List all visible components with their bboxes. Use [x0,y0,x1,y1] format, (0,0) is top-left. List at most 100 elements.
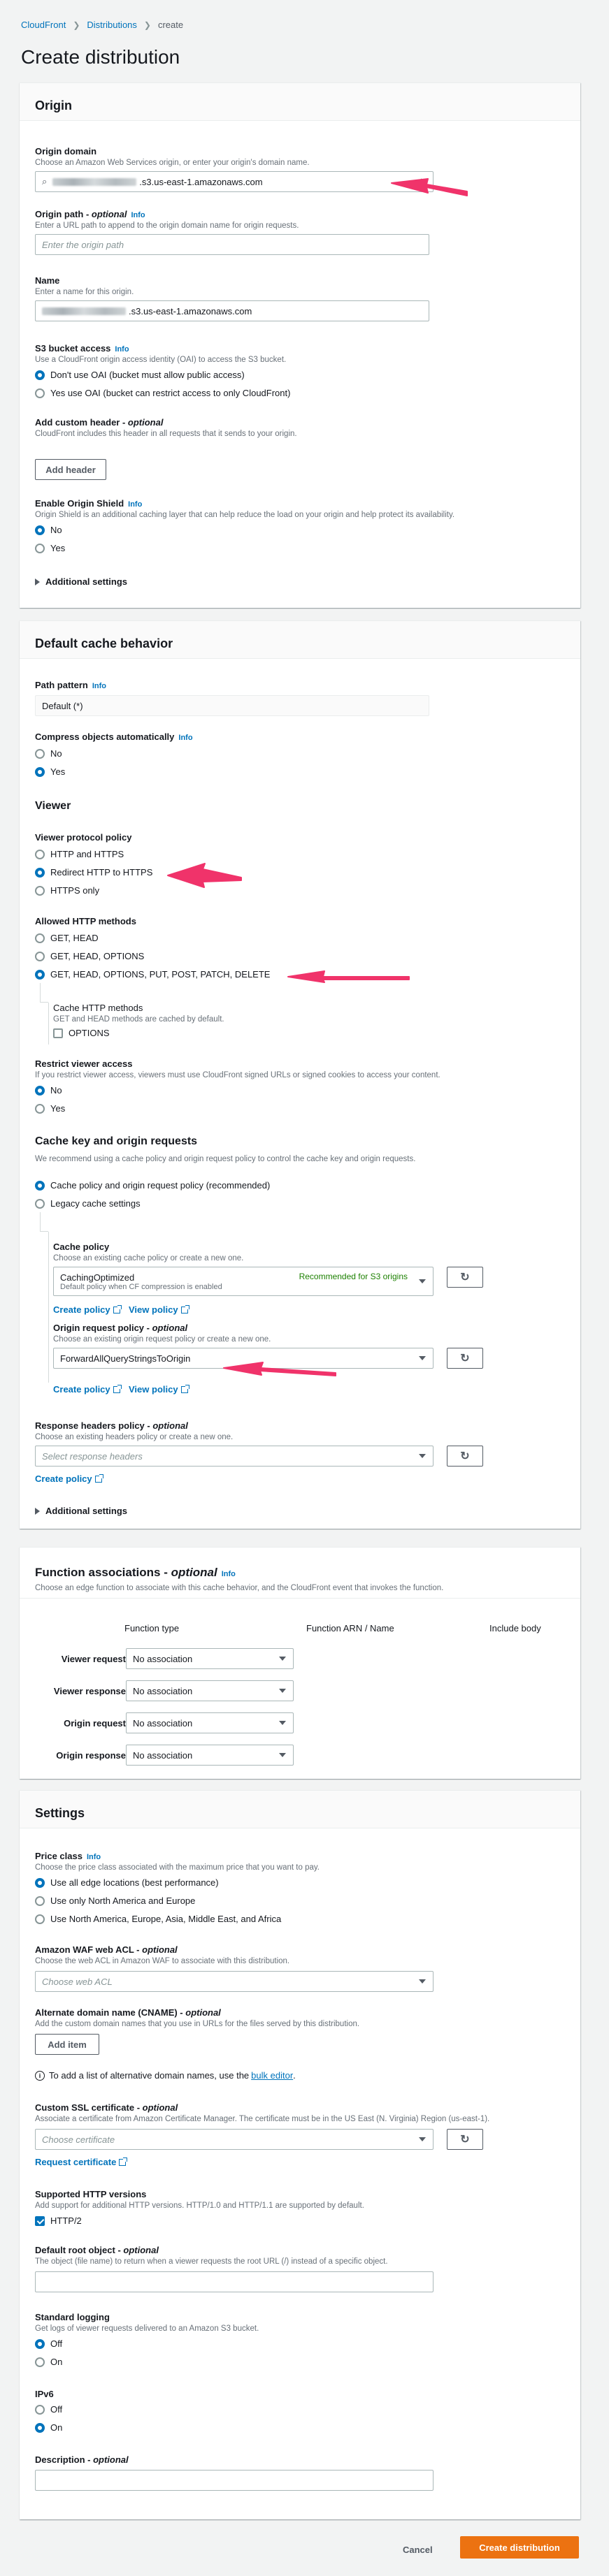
restrict-no-radio[interactable]: No [35,1085,62,1096]
restrict-yes-radio[interactable]: Yes [35,1103,65,1114]
origin-request-select[interactable]: No association [126,1712,294,1733]
radio-icon [35,1895,45,1906]
chevron-down-icon [419,1279,426,1283]
origin-response-select[interactable]: No association [126,1745,294,1766]
add-item-button[interactable]: Add item [35,2034,99,2055]
origin-path-desc: Enter a URL path to append to the origin… [35,221,299,230]
tree-connector [48,1003,49,1045]
shield-no-radio[interactable]: No [35,525,62,535]
shield-yes-radio[interactable]: Yes [35,543,65,553]
description-input[interactable] [35,2470,434,2491]
row-origin-response-label: Origin response [56,1750,126,1761]
info-link[interactable]: Info [115,345,129,354]
ipv6-label: IPv6 [35,2389,54,2399]
key-policy-radio[interactable]: Cache policy and origin request policy (… [35,1180,270,1191]
methods-get-head[interactable]: GET, HEAD [35,933,99,943]
ipv6-on-radio[interactable]: On [35,2422,62,2433]
origin-additional-settings[interactable]: Additional settings [35,576,127,587]
ssl-select[interactable]: Choose certificate [35,2129,434,2150]
create-distribution-button[interactable]: Create distribution [460,2536,579,2559]
cancel-button[interactable]: Cancel [403,2545,433,2555]
root-object-input[interactable] [35,2271,434,2292]
view-cache-policy-link[interactable]: View policy [129,1304,189,1315]
waf-select[interactable]: Choose web ACL [35,1971,434,1992]
radio-icon [35,748,45,759]
protocol-redirect[interactable]: Redirect HTTP to HTTPS [35,867,152,878]
methods-get-head-options[interactable]: GET, HEAD, OPTIONS [35,951,144,961]
protocol-http-https[interactable]: HTTP and HTTPS [35,849,124,859]
chevron-down-icon [419,1356,426,1360]
name-input[interactable]: .s3.us-east-1.amazonaws.com [35,300,429,321]
info-link[interactable]: Info [222,1570,236,1578]
chevron-down-icon [419,1454,426,1458]
origin-request-policy-value: ForwardAllQueryStringsToOrigin [60,1353,191,1364]
chevron-down-icon [279,1689,286,1693]
request-certificate-link[interactable]: Request certificate [35,2157,128,2167]
info-icon: i [35,2070,45,2081]
radio-selected-icon [35,525,45,535]
clear-icon[interactable]: ✕ [420,176,427,187]
ssl-placeholder: Choose certificate [42,2134,115,2145]
external-link-icon [119,2157,128,2166]
refresh-ssl-button[interactable]: ↻ [447,2129,483,2150]
refresh-response-headers-button[interactable]: ↻ [447,1446,483,1467]
create-cache-policy-link[interactable]: Create policy [53,1304,122,1315]
origin-path-input[interactable]: Enter the origin path [35,234,429,255]
info-link[interactable]: Info [92,682,106,690]
restrict-viewer-desc: If you restrict viewer access, viewers m… [35,1071,440,1079]
price-na-eu-radio[interactable]: Use only North America and Europe [35,1895,195,1906]
price-na-eu-asia-radio[interactable]: Use North America, Europe, Asia, Middle … [35,1914,281,1924]
view-origin-policy-link[interactable]: View policy [129,1384,189,1395]
cache-policy-value: CachingOptimized [60,1272,135,1283]
radio-selected-icon [35,2422,45,2433]
checkbox-checked-icon [35,2215,45,2226]
viewer-request-select[interactable]: No association [126,1648,294,1669]
s3-opt-no-oai[interactable]: Don't use OAI (bucket must allow public … [35,370,245,380]
add-header-button[interactable]: Add header [35,459,106,480]
refresh-origin-policy-button[interactable]: ↻ [447,1348,483,1369]
cache-policy-select[interactable]: CachingOptimized Default policy when CF … [53,1267,434,1296]
viewer-response-select[interactable]: No association [126,1680,294,1701]
response-headers-select[interactable]: Select response headers [35,1446,434,1467]
origin-request-policy-select[interactable]: ForwardAllQueryStringsToOrigin [53,1348,434,1369]
redacted-bucket-name [42,307,126,315]
cname-note: i To add a list of alternative domain na… [35,2070,296,2081]
origin-domain-input[interactable]: ⌕ .s3.us-east-1.amazonaws.com ✕ [35,171,434,192]
viewer-request-value: No association [133,1653,193,1664]
cache-additional-settings[interactable]: Additional settings [35,1506,127,1516]
key-legacy-radio[interactable]: Legacy cache settings [35,1198,141,1209]
cache-key-heading: Cache key and origin requests [35,1135,198,1147]
caret-right-icon [35,1507,40,1515]
function-associations-desc: Choose an edge function to associate wit… [35,1584,444,1592]
s3-opt-use-oai[interactable]: Yes use OAI (bucket can restrict access … [35,388,290,398]
bulk-editor-link[interactable]: bulk editor [251,2070,293,2081]
refresh-cache-policy-button[interactable]: ↻ [447,1267,483,1288]
info-link[interactable]: Info [131,211,145,219]
s3-access-desc: Use a CloudFront origin access identity … [35,356,287,364]
methods-all[interactable]: GET, HEAD, OPTIONS, PUT, POST, PATCH, DE… [35,969,270,980]
create-response-policy-link[interactable]: Create policy [35,1473,103,1484]
logging-off-radio[interactable]: Off [35,2338,62,2349]
compress-yes-radio[interactable]: Yes [35,766,65,777]
ipv6-off-radio[interactable]: Off [35,2404,62,2415]
protocol-https-only[interactable]: HTTPS only [35,885,99,896]
breadcrumb-cloudfront[interactable]: CloudFront [21,20,66,30]
cache-methods-label: Cache HTTP methods [53,1003,143,1013]
ssl-label: Custom SSL certificate - optional [35,2102,178,2113]
chevron-right-icon: ❯ [143,20,151,30]
info-link[interactable]: Info [128,500,142,509]
info-link[interactable]: Info [178,734,192,742]
external-link-icon [94,1473,103,1483]
cache-options-checkbox[interactable]: OPTIONS [53,1028,110,1038]
info-link[interactable]: Info [87,1853,101,1861]
refresh-icon: ↻ [460,1353,470,1365]
http2-checkbox[interactable]: HTTP/2 [35,2215,82,2226]
cname-note-text: To add a list of alternative domain name… [49,2070,250,2081]
breadcrumb-distributions[interactable]: Distributions [87,20,137,30]
col-function-type: Function type [124,1623,180,1633]
logging-on-radio[interactable]: On [35,2357,62,2367]
compress-no-radio[interactable]: No [35,748,62,759]
price-all-radio[interactable]: Use all edge locations (best performance… [35,1877,219,1888]
create-origin-policy-link[interactable]: Create policy [53,1384,122,1395]
chevron-down-icon [279,1753,286,1757]
